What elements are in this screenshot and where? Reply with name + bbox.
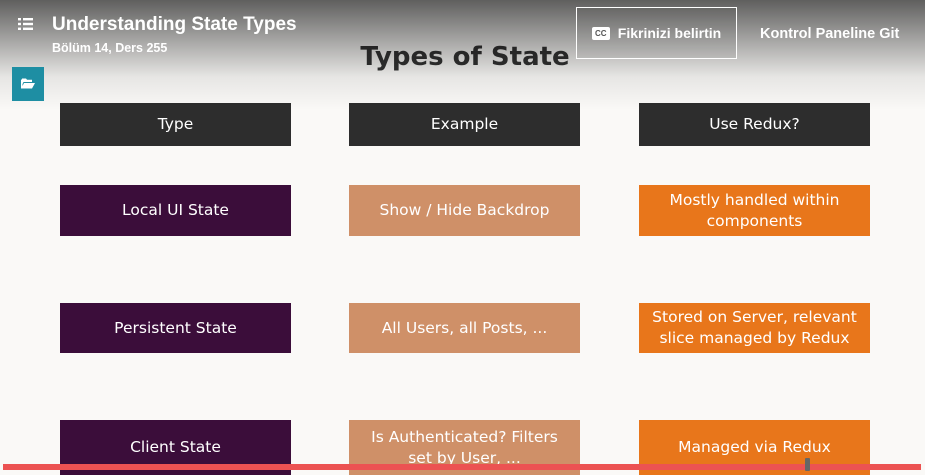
redux-cell-local-ui: Mostly handled within components [639, 185, 870, 236]
column-header-type: Type [60, 103, 291, 146]
list-icon [18, 18, 33, 30]
column-header-use-redux: Use Redux? [639, 103, 870, 146]
lecture-title: Understanding State Types [52, 14, 297, 35]
curriculum-menu-button[interactable] [18, 16, 38, 34]
lecture-subtitle: Bölüm 14, Ders 255 [52, 41, 168, 55]
video-progress-bar[interactable] [3, 464, 921, 470]
progress-scrubber-handle[interactable] [805, 458, 810, 471]
redux-cell-persistent: Stored on Server, relevant slice managed… [639, 303, 870, 353]
column-header-example: Example [349, 103, 580, 146]
closed-caption-icon: CC [591, 26, 610, 40]
feedback-button-label: Fikrinizi belirtin [617, 25, 722, 41]
feedback-button[interactable]: CC Fikrinizi belirtin [576, 7, 737, 59]
dashboard-link[interactable]: Kontrol Paneline Git [760, 26, 899, 42]
example-cell-persistent: All Users, all Posts, ... [349, 303, 580, 353]
type-cell-local-ui: Local UI State [60, 185, 291, 236]
example-cell-local-ui: Show / Hide Backdrop [349, 185, 580, 236]
type-cell-persistent: Persistent State [60, 303, 291, 353]
folder-open-icon [21, 78, 35, 89]
resources-folder-button[interactable] [12, 67, 44, 101]
